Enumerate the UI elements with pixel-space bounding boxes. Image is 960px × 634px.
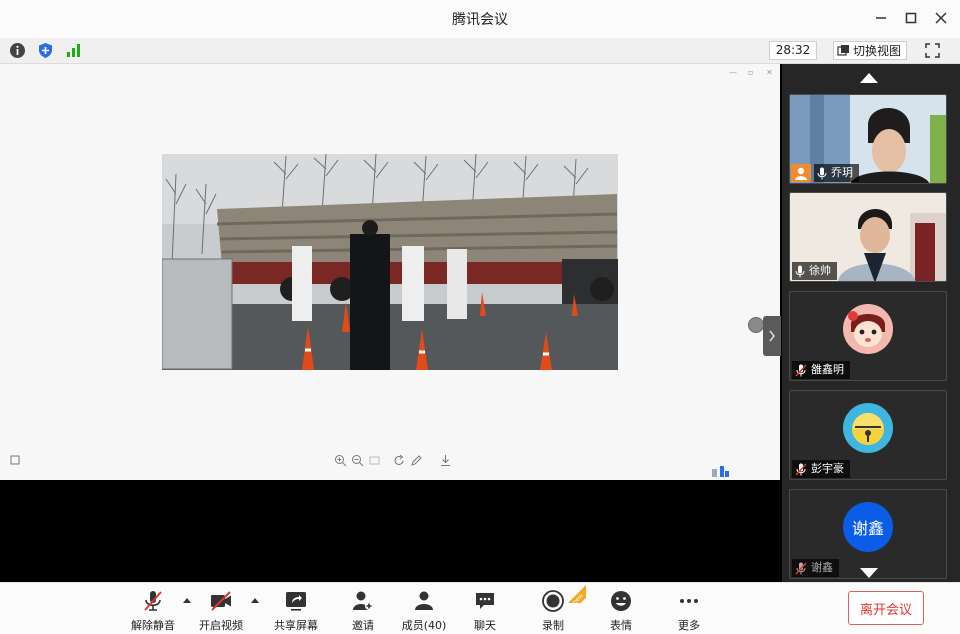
new-badge-label: new [566, 585, 586, 603]
record-icon [542, 590, 564, 612]
meeting-timer: 28:32 [769, 41, 817, 60]
start-video-button[interactable]: 开启视频 [193, 589, 249, 633]
microphone-muted-icon [795, 462, 807, 476]
scroll-up-arrow-icon[interactable] [860, 73, 878, 83]
host-badge-icon [791, 164, 811, 182]
chat-icon [476, 593, 494, 609]
chat-label: 聊天 [474, 619, 496, 632]
shared-close-icon: ✕ [766, 68, 773, 77]
zoom-in-icon[interactable] [334, 454, 347, 467]
share-screen-label: 共享屏幕 [274, 619, 318, 632]
corner-logo-icon [712, 466, 729, 477]
participant-tile[interactable]: 雒鑫明 [789, 291, 947, 381]
more-dots-icon [680, 599, 698, 603]
leave-meeting-button[interactable]: 离开会议 [848, 591, 924, 625]
audio-options-caret-icon[interactable] [183, 598, 191, 603]
chat-button[interactable]: 聊天 [457, 589, 513, 633]
share-screen-icon [286, 592, 306, 611]
members-icon [415, 591, 433, 610]
close-icon[interactable] [933, 10, 949, 26]
participant-name-tag: 乔玥 [814, 164, 859, 182]
video-options-caret-icon[interactable] [251, 598, 259, 603]
start-video-label: 开启视频 [199, 619, 243, 632]
meeting-toolbar: 解除静音 开启视频 共享屏幕 邀请 成员(40) 聊天 录制 new 表情 更多… [0, 582, 960, 634]
participant-tile[interactable]: 彭宇豪 [789, 390, 947, 480]
participant-name: 乔玥 [831, 166, 853, 179]
participant-avatar [843, 304, 893, 354]
window-title: 腾讯会议 [452, 12, 508, 28]
info-icon[interactable] [9, 42, 26, 59]
shared-restore-icon: ▫ [748, 68, 754, 77]
record-label: 录制 [542, 619, 564, 632]
microphone-icon [817, 167, 827, 179]
maximize-icon[interactable] [903, 10, 919, 26]
invite-label: 邀请 [352, 619, 374, 632]
microphone-muted-icon [144, 591, 162, 611]
participant-name: 雒鑫明 [811, 363, 844, 376]
security-shield-icon[interactable] [37, 42, 54, 59]
rotate-icon[interactable] [393, 454, 406, 467]
participant-tile[interactable]: 乔玥 [789, 94, 947, 184]
zoom-out-icon[interactable] [351, 454, 364, 467]
participant-name: 徐帅 [809, 264, 831, 277]
members-label: 成员(40) [401, 619, 447, 632]
cursor-indicator [748, 317, 764, 333]
shared-photo [162, 154, 618, 370]
participant-tile[interactable]: 谢鑫 谢鑫 [789, 489, 947, 579]
title-bar: 腾讯会议 [0, 0, 960, 38]
minimize-icon[interactable] [873, 10, 889, 26]
microphone-icon [795, 265, 805, 277]
actual-size-icon[interactable] [368, 454, 381, 467]
participant-name-tag: 彭宇豪 [792, 460, 850, 478]
add-user-icon [353, 591, 373, 610]
camera-off-icon [211, 591, 231, 611]
shared-screen: — ▫ ✕ [0, 64, 781, 480]
participant-name: 彭宇豪 [811, 462, 844, 475]
participant-name-tag: 雒鑫明 [792, 361, 850, 379]
reactions-button[interactable]: 表情 [593, 589, 649, 633]
more-label: 更多 [678, 619, 700, 632]
bookmark-icon[interactable] [10, 455, 20, 465]
participant-sidebar: 乔玥 徐帅 雒鑫明 彭宇豪 谢鑫 谢鑫 [782, 64, 960, 582]
network-signal-icon[interactable] [65, 42, 82, 59]
participant-name: 谢鑫 [811, 561, 833, 574]
new-badge: new [566, 583, 586, 603]
shared-minimize-icon: — [729, 68, 737, 77]
invite-button[interactable]: 邀请 [335, 589, 391, 633]
microphone-muted-icon [795, 363, 807, 377]
switch-view-button[interactable]: 切换视图 [833, 41, 907, 60]
participant-avatar [843, 403, 893, 453]
fullscreen-icon[interactable] [925, 43, 940, 58]
more-button[interactable]: 更多 [661, 589, 717, 633]
switch-view-icon [837, 45, 849, 56]
members-button[interactable]: 成员(40) [396, 589, 452, 633]
unmute-label: 解除静音 [131, 619, 175, 632]
reactions-label: 表情 [610, 619, 632, 632]
sidebar-collapse-handle[interactable] [763, 316, 781, 356]
participant-name-tag: 谢鑫 [792, 559, 839, 577]
chevron-right-icon [769, 330, 775, 342]
microphone-muted-icon [795, 561, 807, 575]
switch-view-label: 切换视图 [853, 44, 902, 58]
edit-icon[interactable] [410, 454, 423, 467]
emoji-icon [611, 591, 631, 611]
participant-avatar-text: 谢鑫 [843, 502, 893, 552]
share-screen-button[interactable]: 共享屏幕 [268, 589, 324, 633]
scroll-down-arrow-icon[interactable] [860, 568, 878, 578]
viewer-tools [334, 454, 452, 467]
participant-name-tag: 徐帅 [792, 262, 837, 280]
unmute-button[interactable]: 解除静音 [125, 589, 181, 633]
download-icon[interactable] [439, 454, 452, 467]
meeting-info-bar: 28:32 切换视图 [0, 38, 960, 64]
participant-tile[interactable]: 徐帅 [789, 192, 947, 282]
